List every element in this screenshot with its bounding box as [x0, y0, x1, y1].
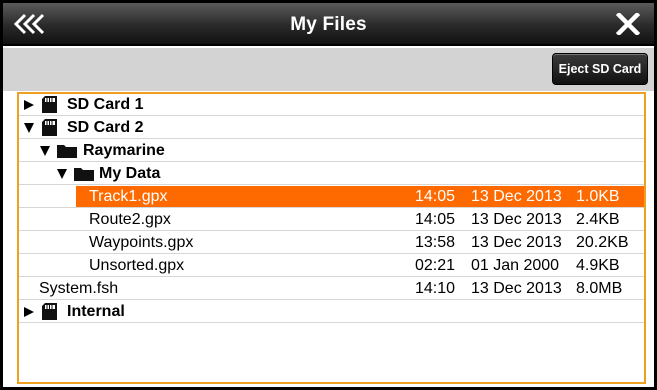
- my-files-window: My Files Eject SD Card SD Card 1 SD Card…: [0, 0, 657, 390]
- title-bar: My Files: [3, 3, 654, 46]
- back-button[interactable]: [11, 9, 51, 39]
- file-time: 14:05: [415, 211, 456, 228]
- file-date: 13 Dec 2013: [471, 280, 562, 297]
- file-size: 8.0MB: [576, 280, 623, 297]
- sd-card-icon: [42, 96, 57, 113]
- file-row-system[interactable]: System.fsh 14:10 13 Dec 2013 8.0MB: [19, 278, 644, 300]
- file-time: 02:21: [415, 257, 456, 274]
- tree-item-sd-card-2[interactable]: SD Card 2: [19, 117, 644, 139]
- file-date: 13 Dec 2013: [471, 188, 562, 205]
- page-title: My Files: [290, 14, 367, 35]
- expand-arrow-down-icon[interactable]: [39, 145, 51, 157]
- folder-icon: [74, 168, 94, 181]
- close-x-icon: [616, 13, 640, 35]
- file-name: System.fsh: [39, 280, 119, 297]
- toolbar: Eject SD Card: [3, 48, 654, 91]
- file-date: 13 Dec 2013: [471, 211, 562, 228]
- close-button[interactable]: [612, 9, 644, 39]
- file-date: 01 Jan 2000: [471, 257, 560, 274]
- internal-memory-icon: [42, 303, 57, 320]
- tree-item-label: SD Card 1: [67, 96, 144, 113]
- eject-sd-card-button[interactable]: Eject SD Card: [552, 53, 648, 85]
- tree-item-sd-card-1[interactable]: SD Card 1: [19, 94, 644, 116]
- file-name: Track1.gpx: [89, 188, 168, 205]
- folder-icon: [57, 145, 77, 158]
- sd-card-icon: [42, 119, 57, 136]
- expand-arrow-right-icon[interactable]: [23, 306, 35, 318]
- file-row[interactable]: Waypoints.gpx 13:58 13 Dec 2013 20.2KB: [19, 232, 644, 254]
- expand-arrow-down-icon[interactable]: [56, 168, 68, 180]
- file-size: 2.4KB: [576, 211, 620, 228]
- file-tree-panel: SD Card 1 SD Card 2 Raymarine My Data Tr…: [17, 92, 646, 384]
- file-time: 14:05: [415, 188, 456, 205]
- tree-item-label: My Data: [99, 165, 161, 182]
- expand-arrow-right-icon[interactable]: [23, 99, 35, 111]
- tree-item-label: Raymarine: [83, 142, 165, 159]
- tree-item-label: SD Card 2: [67, 119, 144, 136]
- tree-item-internal[interactable]: Internal: [19, 301, 644, 323]
- file-row[interactable]: Unsorted.gpx 02:21 01 Jan 2000 4.9KB: [19, 255, 644, 277]
- file-time: 13:58: [415, 234, 456, 251]
- file-date: 13 Dec 2013: [471, 234, 562, 251]
- file-size: 4.9KB: [576, 257, 620, 274]
- file-size: 20.2KB: [576, 234, 629, 251]
- tree-item-my-data-folder[interactable]: My Data: [19, 163, 644, 185]
- expand-arrow-down-icon[interactable]: [23, 122, 35, 134]
- file-row[interactable]: Track1.gpx 14:05 13 Dec 2013 1.0KB: [19, 186, 644, 208]
- tree-item-label: Internal: [67, 303, 125, 320]
- double-chevron-left-icon: [13, 13, 45, 35]
- file-name: Unsorted.gpx: [89, 257, 185, 274]
- file-row[interactable]: Route2.gpx 14:05 13 Dec 2013 2.4KB: [19, 209, 644, 231]
- file-name: Route2.gpx: [89, 211, 171, 228]
- file-size: 1.0KB: [576, 188, 620, 205]
- tree-item-raymarine-folder[interactable]: Raymarine: [19, 140, 644, 162]
- file-time: 14:10: [415, 280, 456, 297]
- file-name: Waypoints.gpx: [89, 234, 194, 251]
